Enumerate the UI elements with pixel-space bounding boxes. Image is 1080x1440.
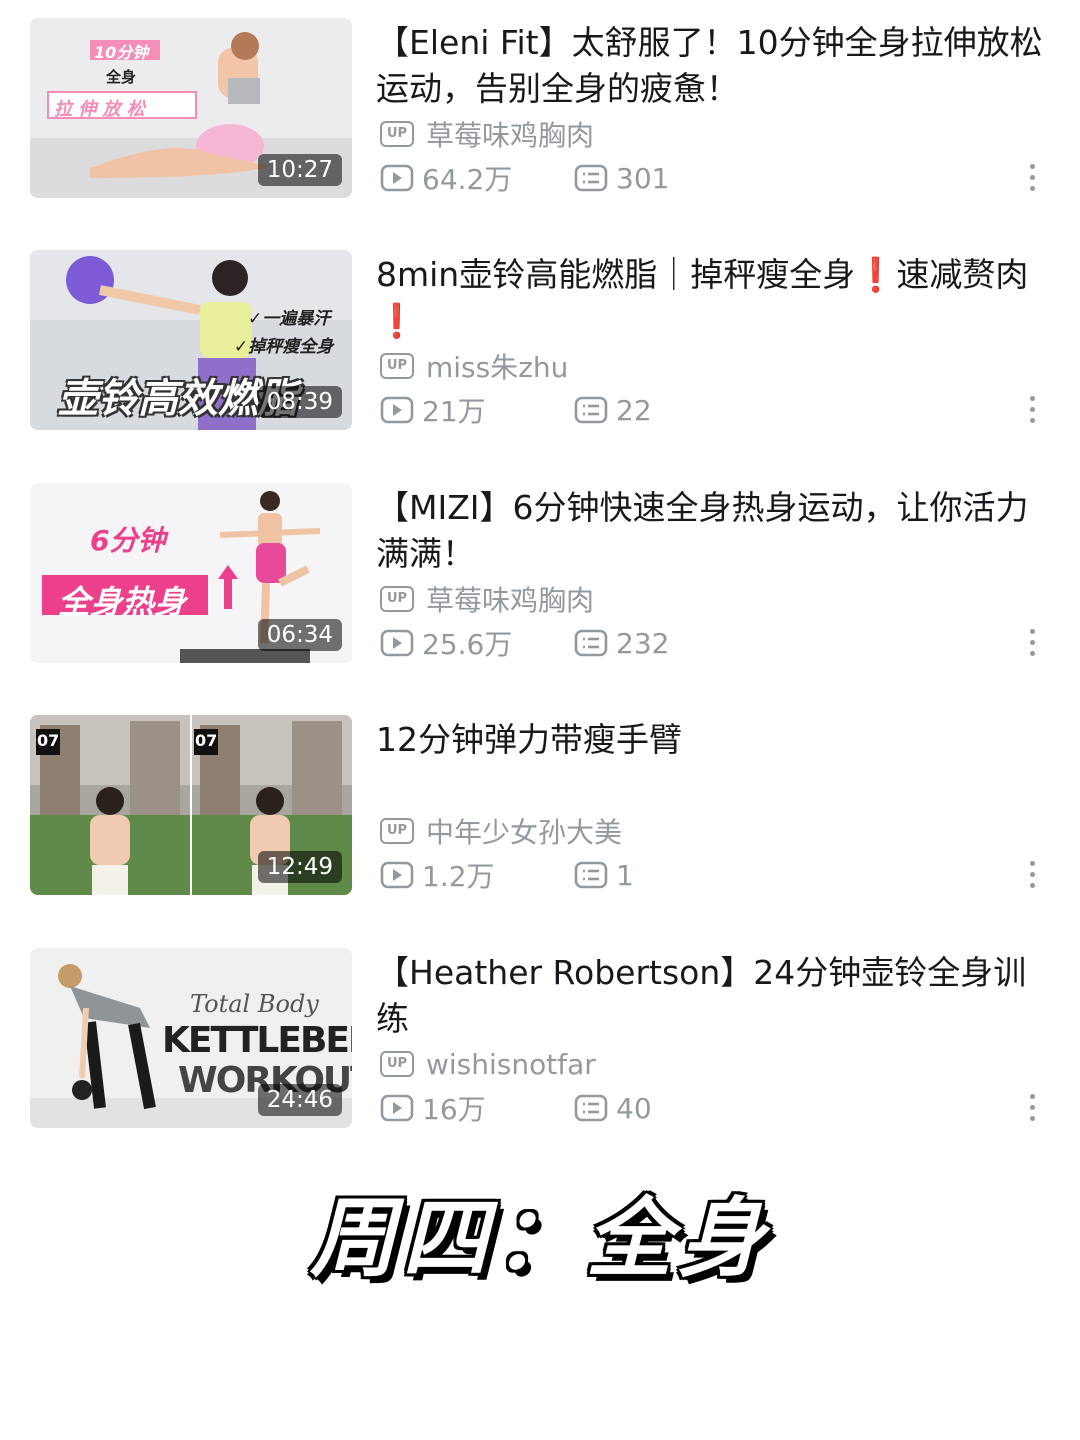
thumb-caption-2: KETTLEBELL [162,1020,352,1061]
uploader-name[interactable]: wishisnotfar [426,1048,596,1081]
video-title[interactable]: 【Eleni Fit】太舒服了！10分钟全身拉伸放松运动，告别全身的疲惫！ [376,20,1048,112]
view-count-value: 25.6万 [422,628,513,661]
video-thumbnail[interactable]: Total Body KETTLEBELL WORKOUT 24:46 [30,948,352,1128]
video-card[interactable]: 07 07 12:49 12分钟弹力带瘦手臂 UP 中年少女孙大美 1.2万 1 [30,715,1060,897]
video-info: 8min壶铃高能燃脂｜掉秤瘦全身❗速减赘肉❗ UP miss朱zhu 21万 2… [376,250,1060,432]
video-card[interactable]: Total Body KETTLEBELL WORKOUT 24:46 【Hea… [30,948,1060,1130]
view-count: 16万 [380,1088,574,1128]
video-thumbnail[interactable]: 6分钟 全身热身 06:34 [30,483,352,663]
uploader-name[interactable]: 草莓味鸡胸肉 [426,114,594,154]
uploader-row[interactable]: UP 草莓味鸡胸肉 [380,114,594,154]
play-count-icon [380,396,414,424]
comment-count-icon [574,861,608,889]
video-card[interactable]: 6分钟 全身热身 06:34 【MIZI】6分钟快速全身热身运动，让你活力满满！… [30,483,1060,665]
uploader-name[interactable]: 中年少女孙大美 [426,811,622,851]
uploader-name[interactable]: 草莓味鸡胸肉 [426,579,594,619]
comment-count-value: 1 [616,858,634,892]
up-badge-icon: UP [380,353,414,379]
video-title[interactable]: 【MIZI】6分钟快速全身热身运动，让你活力满满！ [376,485,1048,577]
view-count: 64.2万 [380,158,574,198]
more-vertical-icon[interactable] [1028,164,1036,194]
thumb-caption-2: 全身 [106,68,137,86]
up-badge-icon: UP [380,121,414,147]
thumb-caption-1: ✓一遍暴汗 [248,309,331,329]
duration-badge: 24:46 [257,1084,342,1116]
comment-count: 22 [574,394,652,427]
thumb-caption-2: 全身热身 [58,583,187,621]
stats-row: 25.6万 232 [380,623,1040,663]
comment-count-value: 301 [616,161,670,195]
video-info: 【MIZI】6分钟快速全身热身运动，让你活力满满！ UP 草莓味鸡胸肉 25.6… [376,483,1060,665]
comment-count: 40 [574,1092,652,1125]
video-info: 【Eleni Fit】太舒服了！10分钟全身拉伸放松运动，告别全身的疲惫！ UP… [376,18,1060,200]
video-thumbnail[interactable]: 10分钟 全身 拉 伸 放 松 10:27 [30,18,352,198]
uploader-row[interactable]: UP miss朱zhu [380,346,568,386]
thumb-caption-1: 07 [37,731,60,750]
thumb-caption-1: 6分钟 [90,524,166,557]
more-vertical-icon[interactable] [1028,396,1036,426]
comment-count-value: 40 [616,1091,652,1125]
comment-count-value: 22 [616,393,652,427]
video-info: 【Heather Robertson】24分钟壶铃全身训练 UP wishisn… [376,948,1060,1130]
comment-count-icon [574,164,608,192]
more-vertical-icon[interactable] [1028,1094,1036,1124]
video-title[interactable]: 【Heather Robertson】24分钟壶铃全身训练 [376,950,1048,1042]
play-count-icon [380,1094,414,1122]
up-badge-icon: UP [380,818,414,844]
play-count-icon [380,861,414,889]
view-count-value: 21万 [422,395,486,428]
stats-row: 16万 40 [380,1088,1040,1128]
thumb-caption-1: Total Body [190,990,319,1018]
play-count-icon [380,164,414,192]
comment-count: 1 [574,859,634,892]
duration-badge: 06:34 [257,619,342,651]
video-info: 12分钟弹力带瘦手臂 UP 中年少女孙大美 1.2万 1 [376,715,1060,897]
duration-badge: 08:39 [257,386,342,418]
video-title[interactable]: 12分钟弹力带瘦手臂 [376,717,1048,763]
comment-count: 232 [574,627,669,660]
up-badge-icon: UP [380,1051,414,1077]
thumb-caption-1: 10分钟 [94,43,149,62]
comment-count: 301 [574,162,669,195]
comment-count-icon [574,629,608,657]
more-vertical-icon[interactable] [1028,861,1036,891]
thumb-caption-3: 拉 伸 放 松 [54,99,145,120]
video-card[interactable]: ✓一遍暴汗 ✓掉秤瘦全身 壶铃高效燃脂 08:39 8min壶铃高能燃脂｜掉秤瘦… [30,250,1060,432]
video-card[interactable]: 10分钟 全身 拉 伸 放 松 10:27 【Eleni Fit】太舒服了！10… [30,18,1060,200]
uploader-row[interactable]: UP wishisnotfar [380,1047,596,1081]
up-badge-icon: UP [380,586,414,612]
stats-row: 64.2万 301 [380,158,1040,198]
play-count-icon [380,629,414,657]
view-count-value: 1.2万 [422,860,495,893]
stats-row: 1.2万 1 [380,855,1040,895]
view-count: 21万 [380,390,574,430]
uploader-row[interactable]: UP 中年少女孙大美 [380,811,622,851]
video-title[interactable]: 8min壶铃高能燃脂｜掉秤瘦全身❗速减赘肉❗ [376,252,1048,344]
uploader-row[interactable]: UP 草莓味鸡胸肉 [380,579,594,619]
more-vertical-icon[interactable] [1028,629,1036,659]
video-thumbnail[interactable]: 07 07 12:49 [30,715,352,895]
thumb-caption-2: 07 [195,731,218,750]
comment-count-icon [574,396,608,424]
uploader-name[interactable]: miss朱zhu [426,346,568,386]
comment-count-icon [574,1094,608,1122]
thumb-caption-2: ✓掉秤瘦全身 [234,337,334,357]
view-count-value: 16万 [422,1093,486,1126]
view-count-value: 64.2万 [422,163,513,196]
stats-row: 21万 22 [380,390,1040,430]
view-count: 1.2万 [380,855,574,895]
view-count: 25.6万 [380,623,574,663]
day-caption: 周四：全身 [310,1189,770,1289]
video-thumbnail[interactable]: ✓一遍暴汗 ✓掉秤瘦全身 壶铃高效燃脂 08:39 [30,250,352,430]
duration-badge: 12:49 [257,851,342,883]
duration-badge: 10:27 [257,154,342,186]
comment-count-value: 232 [616,626,670,660]
